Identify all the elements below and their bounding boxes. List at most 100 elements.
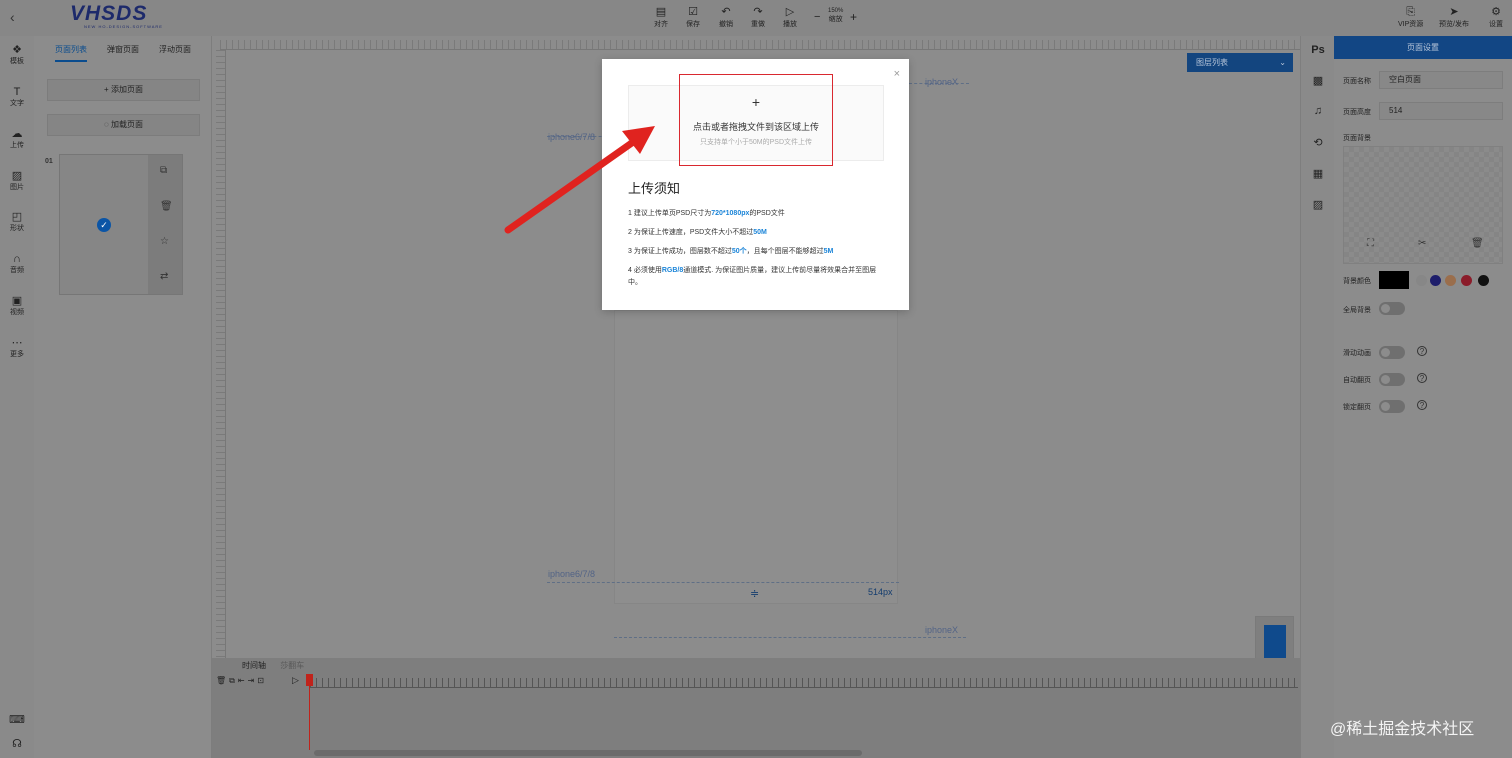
load-page-button[interactable]: ◌ 加载页面 (47, 114, 200, 136)
copy-icon[interactable]: ⧉ (160, 165, 167, 176)
color-swatch[interactable] (1416, 275, 1427, 286)
artboard[interactable] (614, 310, 898, 604)
add-page-button[interactable]: + 添加页面 (47, 79, 200, 101)
redo-icon: ↷ (753, 6, 763, 18)
page-name-label: 页面名称 (1343, 78, 1371, 85)
page-height-label: 页面高度 (1343, 109, 1371, 116)
vip-button[interactable]: ⎘ VIP资源 (1398, 6, 1423, 29)
tab-popup-pages[interactable]: 弹窗页面 (107, 44, 139, 55)
preview-publish-button[interactable]: ➤ 预览/发布 (1439, 6, 1469, 29)
vertical-ruler (216, 50, 226, 662)
tab-floating-pages[interactable]: 浮动页面 (159, 44, 191, 55)
sidenav-item-text[interactable]: T 文字 (0, 86, 34, 108)
color-swatch[interactable] (1430, 275, 1441, 286)
global-bg-toggle[interactable] (1379, 302, 1405, 315)
artboard-height-label: 514px (868, 587, 893, 597)
align-button[interactable]: ▤ 对齐 (654, 6, 668, 29)
support-icon[interactable]: ☊ (0, 737, 34, 750)
timeline-ruler (310, 678, 1298, 688)
undo-icon: ↶ (721, 6, 731, 18)
help-icon[interactable]: ? (1417, 373, 1427, 383)
sidenav-item-more[interactable]: ⋯ 更多 (0, 337, 34, 359)
color-swatch[interactable] (1478, 275, 1489, 286)
upload-notice-title: 上传须知 (628, 181, 681, 196)
page-settings-panel: 页面设置 页面名称 空白页面 页面高度 514 页面背景 ⛶ ✂ 🗑 背景颜色 … (1334, 36, 1512, 758)
tab-timeline[interactable]: 时间轴 (242, 661, 266, 670)
texture-icon[interactable]: ▩ (1301, 74, 1335, 87)
save-button[interactable]: ☑ 保存 (686, 6, 700, 29)
pages-panel: 页面列表 弹窗页面 浮动页面 + 添加页面 ◌ 加载页面 01 ✓ ⧉ 🗑 ☆ … (34, 36, 212, 758)
play-button[interactable]: ▷ 播放 (783, 6, 797, 29)
star-icon[interactable]: ☆ (160, 236, 169, 247)
shape-icon: ◰ (11, 211, 23, 223)
timeline-play-icon[interactable]: ▷ (292, 675, 299, 686)
guide-label-iphonex-top: iphoneX (925, 77, 959, 87)
help-icon[interactable]: ? (1417, 400, 1427, 410)
music-icon[interactable]: ♫ (1301, 105, 1335, 117)
close-button[interactable]: × (894, 68, 900, 80)
play-icon: ▷ (785, 6, 795, 18)
timeline-scrollbar[interactable] (314, 750, 862, 756)
logo: VHSDS NEW HO-DESIGN-SOFTWARE (70, 2, 180, 32)
right-tool-strip: Ps ▩ ♫ ⟲ ▦ ▨ (1300, 36, 1334, 758)
page-height-input[interactable]: 514 (1379, 102, 1503, 120)
lock-flip-toggle[interactable] (1379, 400, 1405, 413)
plus-icon: + (104, 85, 111, 94)
slide-anim-toggle[interactable] (1379, 346, 1405, 359)
timeline-controls-icon[interactable]: 🗑⧉⇤⇥⊡ (216, 676, 267, 686)
grid-icon[interactable]: ▦ (1301, 167, 1335, 180)
resize-handle-icon[interactable]: ≑ (750, 587, 759, 600)
sidenav-item-audio[interactable]: ∩ 音频 (0, 253, 34, 275)
page-preview[interactable]: ✓ (60, 155, 148, 294)
sidenav-item-template[interactable]: ❖ 模板 (0, 44, 34, 66)
watermark: @稀土掘金技术社区 (1330, 721, 1475, 738)
global-bg-label: 全局背景 (1343, 307, 1371, 314)
loading-icon: ◌ (104, 120, 111, 129)
psd-import-button[interactable]: Ps (1301, 44, 1335, 56)
redo-button[interactable]: ↷ 重做 (751, 6, 765, 29)
auto-flip-toggle[interactable] (1379, 373, 1405, 386)
tab-timeline-secondary[interactable]: 莎翻车 (280, 661, 304, 670)
left-sidenav: ❖ 模板 T 文字 ☁ 上传 ▨ 图片 ◰ 形状 ∩ 音频 ▣ 视频 ⋯ 更多 ⌨ ☊ (0, 36, 34, 758)
psd-upload-dialog: × + 点击或者拖拽文件到该区域上传 只支持单个小于50M的PSD文件上传 上传… (602, 59, 909, 310)
zoom-out-button[interactable]: − (814, 11, 820, 23)
sidenav-item-shape[interactable]: ◰ 形状 (0, 211, 34, 233)
layer-list-dropdown[interactable]: 图层列表 ⌄ (1187, 53, 1293, 72)
color-swatch[interactable] (1461, 275, 1472, 286)
help-icon[interactable]: ? (1417, 346, 1427, 356)
keyboard-icon[interactable]: ⌨ (0, 713, 34, 726)
scissors-icon[interactable]: ✂ (1418, 238, 1426, 249)
page-bg-label: 页面背景 (1343, 135, 1371, 142)
trash-icon[interactable]: 🗑 (1471, 238, 1484, 249)
replace-icon[interactable]: ⇄ (160, 271, 168, 282)
headphones-icon: ∩ (13, 253, 21, 265)
sidenav-item-upload[interactable]: ☁ 上传 (0, 128, 34, 150)
page-name-input[interactable]: 空白页面 (1379, 71, 1503, 89)
color-swatch[interactable] (1445, 275, 1456, 286)
notice-item: 1 建议上传单页PSD尺寸为720*1080px的PSD文件 (628, 210, 785, 217)
image-icon[interactable]: ▨ (1301, 198, 1335, 211)
crop-icon[interactable]: ⛶ (1367, 238, 1374, 249)
guide-label-iphone678-bottom: iphone6/7/8 (548, 569, 596, 579)
trash-icon[interactable]: 🗑 (160, 201, 173, 212)
timeline-playhead[interactable] (306, 674, 313, 750)
zoom-in-button[interactable]: + (850, 10, 857, 24)
chevron-left-icon[interactable]: ‹ (10, 9, 15, 25)
bg-color-picker[interactable] (1379, 271, 1409, 289)
sidenav-item-video[interactable]: ▣ 视频 (0, 295, 34, 317)
template-icon: ❖ (12, 44, 22, 56)
settings-button[interactable]: ⚙ 设置 (1489, 6, 1503, 29)
page-thumbnail[interactable]: ✓ ⧉ 🗑 ☆ ⇄ (59, 154, 183, 295)
tab-page-list[interactable]: 页面列表 (55, 44, 87, 62)
slide-anim-label: 滑动动画 (1343, 350, 1371, 357)
sidenav-item-image[interactable]: ▨ 图片 (0, 170, 34, 192)
top-toolbar: ‹ VHSDS NEW HO-DESIGN-SOFTWARE ▤ 对齐 ☑ 保存 ↶… (0, 0, 1512, 36)
notice-item: 3 为保证上传成功，图层数不超过50个，且每个图层不能够超过5M (628, 248, 834, 255)
timeline: 时间轴 莎翻车 🗑⧉⇤⇥⊡ ▷ (212, 658, 1300, 758)
history-icon[interactable]: ⟲ (1301, 136, 1335, 149)
save-icon: ☑ (688, 6, 698, 18)
send-icon: ➤ (1449, 6, 1459, 18)
guide-iphonex-bottom (614, 637, 966, 638)
undo-button[interactable]: ↶ 撤销 (719, 6, 733, 29)
text-icon: T (13, 86, 21, 98)
